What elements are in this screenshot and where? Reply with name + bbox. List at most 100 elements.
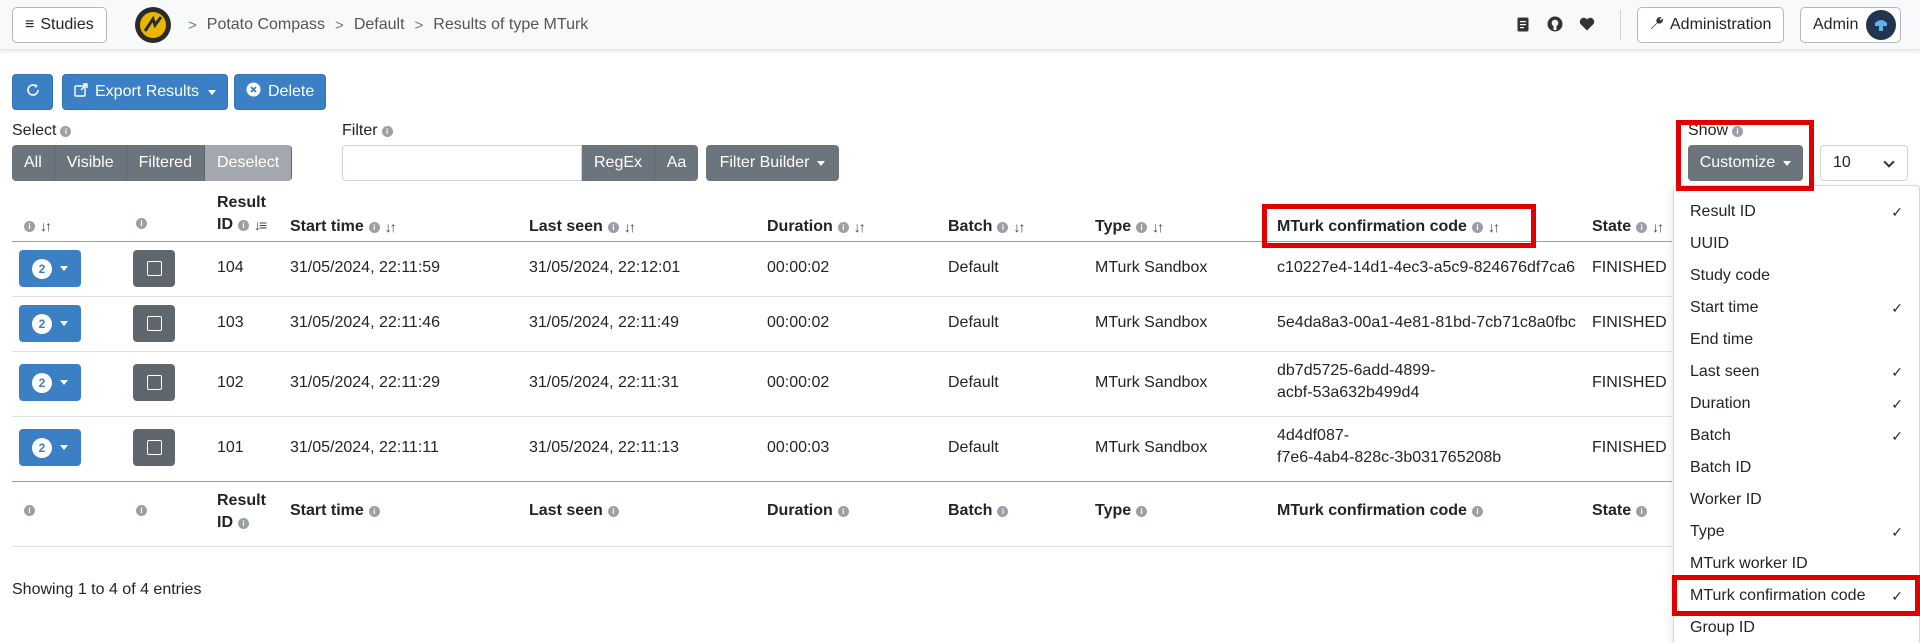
column-header-last-seen[interactable]: Last seen i ↓↑	[529, 218, 636, 236]
select-all-button[interactable]: All	[12, 145, 55, 181]
info-icon[interactable]: i	[837, 505, 849, 517]
info-icon[interactable]: i	[24, 220, 35, 232]
column-header-batch[interactable]: Batch i ↓↑	[948, 218, 1025, 236]
footer-header-last-seen: Last seen i	[529, 502, 619, 520]
sort-icon[interactable]: ↓↑	[1652, 219, 1664, 235]
administration-button[interactable]: Administration	[1637, 7, 1785, 43]
delete-label: Delete	[268, 83, 315, 100]
duration-header-text: Duration	[767, 218, 833, 235]
footer-duration-text: Duration	[767, 502, 833, 519]
column-toggle-type[interactable]: Type ✓	[1674, 516, 1919, 548]
refresh-button[interactable]	[12, 74, 53, 110]
cell-result-id: 102	[217, 374, 244, 391]
info-icon[interactable]: i	[607, 505, 619, 517]
cell-state: FINISHED	[1592, 259, 1667, 276]
menu-item-label: Group ID	[1690, 619, 1755, 636]
info-icon[interactable]: i	[1732, 125, 1744, 137]
info-icon[interactable]: i	[136, 505, 147, 516]
info-icon[interactable]: i	[1136, 221, 1148, 233]
sort-icon[interactable]: ↓↑	[1488, 219, 1500, 235]
column-toggle-last-seen[interactable]: Last seen ✓	[1674, 356, 1919, 388]
user-menu-button[interactable]: Admin	[1800, 7, 1902, 43]
github-icon[interactable]	[1546, 15, 1564, 33]
deselect-button[interactable]: Deselect	[204, 145, 293, 181]
row-details-button[interactable]: 2	[19, 305, 81, 342]
caret-down-icon	[208, 89, 217, 95]
info-icon[interactable]: i	[24, 505, 35, 516]
filter-input[interactable]	[342, 145, 582, 181]
cell-type: MTurk Sandbox	[1095, 314, 1208, 331]
jatos-logo[interactable]	[135, 7, 171, 43]
column-header-result-id[interactable]: Result ID i ↓≡	[217, 192, 267, 236]
column-header-state[interactable]: State i ↓↑	[1592, 218, 1664, 236]
info-icon[interactable]: i	[997, 505, 1009, 517]
column-header-type[interactable]: Type i ↓↑	[1095, 218, 1164, 236]
regex-toggle[interactable]: RegEx	[582, 145, 654, 181]
row-details-button[interactable]: 2	[19, 429, 81, 466]
row-select-checkbox[interactable]	[133, 250, 175, 287]
column-toggle-uuid[interactable]: UUID	[1674, 228, 1919, 260]
column-toggle-end-time[interactable]: End time	[1674, 324, 1919, 356]
breadcrumb-study[interactable]: Potato Compass	[207, 16, 325, 34]
column-toggle-start-time[interactable]: Start time ✓	[1674, 292, 1919, 324]
column-header-mturk-confirmation-code[interactable]: MTurk confirmation code i ↓↑	[1277, 218, 1500, 236]
info-icon[interactable]: i	[837, 221, 849, 233]
row-select-checkbox[interactable]	[133, 429, 175, 466]
delete-button[interactable]: Delete	[234, 74, 327, 110]
top-navbar: ≡ Studies > Potato Compass > Default > R…	[0, 0, 1920, 50]
select-filtered-button[interactable]: Filtered	[126, 145, 205, 181]
column-toggle-batch[interactable]: Batch ✓	[1674, 420, 1919, 452]
column-toggle-duration[interactable]: Duration ✓	[1674, 388, 1919, 420]
column-toggle-mturk-confirmation-code[interactable]: MTurk confirmation code ✓	[1674, 580, 1919, 612]
sort-icon[interactable]: ↓↑	[1013, 219, 1025, 235]
select-visible-button[interactable]: Visible	[54, 145, 127, 181]
row-select-checkbox[interactable]	[133, 305, 175, 342]
info-icon[interactable]: i	[238, 219, 249, 231]
studies-button[interactable]: ≡ Studies	[12, 7, 107, 43]
info-icon[interactable]: i	[1636, 505, 1648, 517]
info-icon[interactable]: i	[1471, 505, 1483, 517]
column-toggle-worker-id[interactable]: Worker ID	[1674, 484, 1919, 516]
row-select-checkbox[interactable]	[133, 364, 175, 401]
info-icon[interactable]: i	[368, 221, 380, 233]
column-toggle-result-id[interactable]: Result ID ✓	[1674, 196, 1919, 228]
sort-desc-icon[interactable]: ↓≡	[254, 214, 267, 236]
sort-icon[interactable]: ↓↑	[854, 219, 866, 235]
info-icon[interactable]: i	[997, 221, 1009, 233]
cell-duration: 00:00:03	[767, 439, 830, 456]
caret-down-icon	[60, 321, 68, 326]
menu-item-label: Batch ID	[1690, 459, 1752, 476]
page-length-select[interactable]: 10	[1820, 145, 1908, 181]
info-icon[interactable]: i	[607, 221, 619, 233]
info-icon[interactable]: i	[381, 125, 393, 137]
check-icon: ✓	[1891, 203, 1903, 220]
info-icon[interactable]: i	[60, 125, 72, 137]
filter-builder-button[interactable]: Filter Builder	[706, 145, 839, 181]
sort-icon[interactable]: ↓↑	[1152, 219, 1164, 235]
case-sensitive-toggle[interactable]: Aa	[654, 145, 698, 181]
sort-icon[interactable]: ↓↑	[385, 219, 397, 235]
breadcrumb-component[interactable]: Default	[354, 16, 405, 34]
info-icon[interactable]: i	[1636, 221, 1648, 233]
row-details-button[interactable]: 2	[19, 364, 81, 401]
column-toggle-group-id[interactable]: Group ID	[1674, 612, 1919, 643]
heart-icon[interactable]	[1578, 15, 1596, 33]
column-toggle-batch-id[interactable]: Batch ID	[1674, 452, 1919, 484]
customize-button[interactable]: Customize	[1688, 145, 1803, 181]
export-results-button[interactable]: Export Results	[62, 74, 229, 110]
documentation-icon[interactable]	[1514, 15, 1532, 33]
column-header-start-time[interactable]: Start time i ↓↑	[290, 218, 397, 236]
info-icon[interactable]: i	[238, 517, 249, 529]
sort-icon[interactable]: ↓↑	[40, 218, 52, 234]
info-icon[interactable]: i	[136, 218, 147, 229]
column-header-duration[interactable]: Duration i ↓↑	[767, 218, 866, 236]
show-label-text: Show	[1688, 122, 1729, 139]
column-toggle-study-code[interactable]: Study code	[1674, 260, 1919, 292]
row-details-button[interactable]: 2	[19, 250, 81, 287]
info-icon[interactable]: i	[1471, 221, 1483, 233]
menu-item-label: Start time	[1690, 299, 1759, 316]
info-icon[interactable]: i	[1136, 505, 1148, 517]
sort-icon[interactable]: ↓↑	[624, 219, 636, 235]
info-icon[interactable]: i	[368, 505, 380, 517]
column-toggle-mturk-worker-id[interactable]: MTurk worker ID	[1674, 548, 1919, 580]
